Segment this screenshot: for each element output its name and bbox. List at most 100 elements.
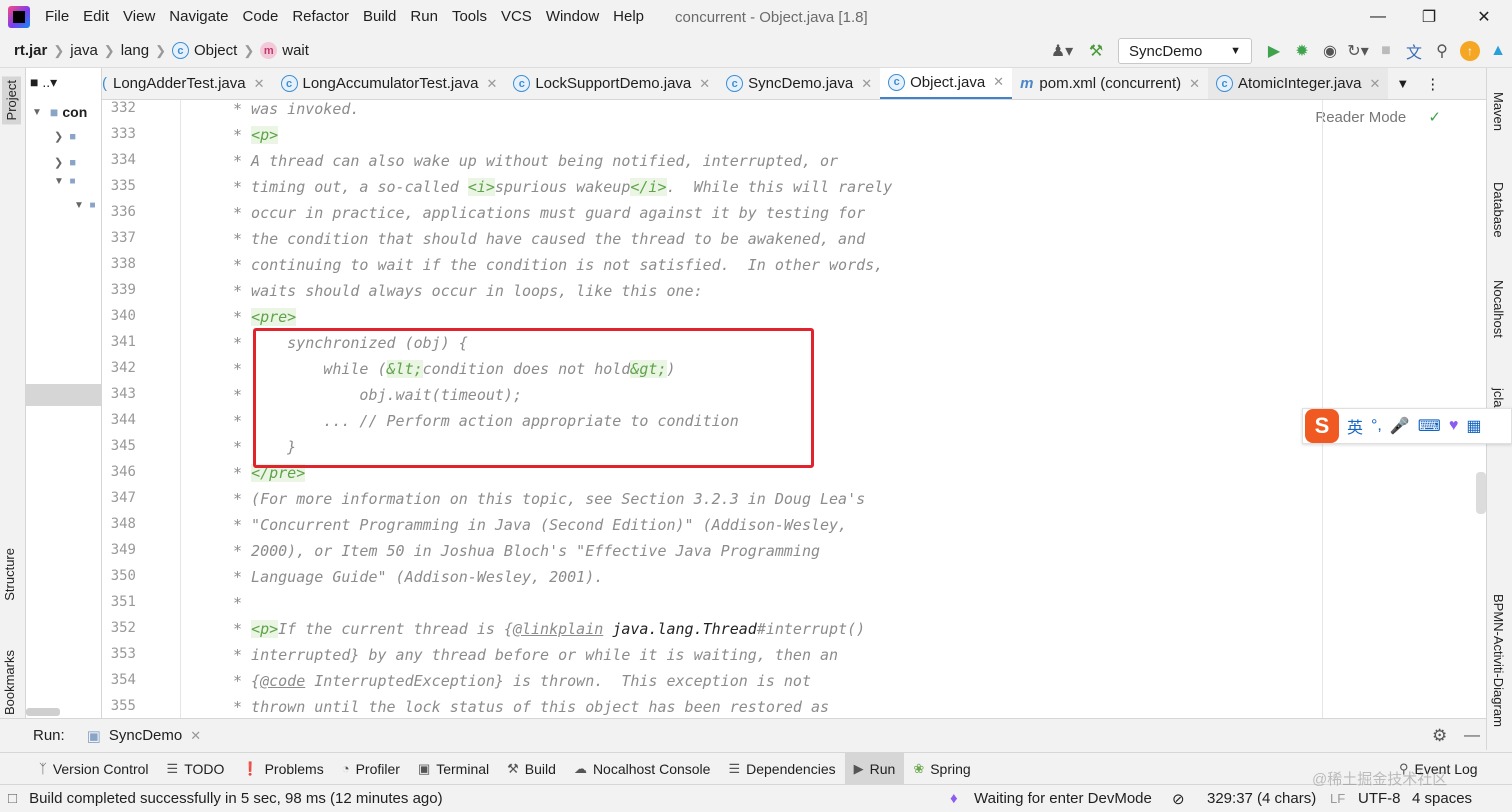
user-icon[interactable]: ♟▾ [1042, 37, 1082, 65]
breadcrumb-java[interactable]: java [66, 42, 102, 59]
maven-tool-tab[interactable]: Maven [1491, 92, 1506, 131]
toolbox-icon[interactable]: ▲ [1484, 37, 1512, 65]
indent-setting[interactable]: 4 spaces [1412, 790, 1472, 807]
problems-button[interactable]: ❗ Problems [233, 753, 332, 785]
update-icon[interactable]: ↑ [1456, 37, 1484, 65]
reader-mode-toggle[interactable]: Reader Mode ✓ [1315, 108, 1441, 126]
structure-tool-tab[interactable]: Structure [2, 548, 17, 601]
tab-longaddertest[interactable]: ( LongAdderTest.java ✕ [102, 68, 273, 99]
devmode-status[interactable]: Waiting for enter DevMode [974, 790, 1152, 807]
menu-code[interactable]: Code [235, 0, 285, 34]
menu-tools[interactable]: Tools [445, 0, 494, 34]
close-tab-icon[interactable]: ✕ [486, 76, 497, 92]
horizontal-scrollbar[interactable] [26, 708, 60, 716]
close-tab-icon[interactable]: ✕ [1189, 76, 1200, 92]
menu-edit[interactable]: Edit [76, 0, 116, 34]
menu-view[interactable]: View [116, 0, 162, 34]
project-tool-tab[interactable]: Project [2, 76, 21, 125]
tab-list-dropdown-icon[interactable]: ▼ [1388, 68, 1417, 99]
ime-language-toggle[interactable]: 英 [1347, 414, 1363, 438]
close-tab-icon[interactable]: ✕ [1369, 76, 1380, 92]
profiler-button[interactable]: ◔ Profiler [333, 753, 409, 785]
skin-icon[interactable]: ♥ [1449, 417, 1459, 435]
keyboard-icon[interactable]: ⌨ [1418, 416, 1441, 436]
run-icon[interactable]: ▶ [1260, 37, 1288, 65]
menu-file[interactable]: File [38, 0, 76, 34]
menu-navigate[interactable]: Navigate [162, 0, 235, 34]
search-icon[interactable]: ⚲ [1428, 37, 1456, 65]
run-tab-syncdemo[interactable]: SyncDemo [109, 727, 182, 744]
sogou-logo-icon[interactable]: S [1305, 409, 1339, 443]
tool-label: Profiler [355, 760, 400, 777]
status-square-icon[interactable]: □ [8, 790, 17, 807]
bpmn-tool-tab[interactable]: BPMN-Activiti-Diagram [1491, 594, 1506, 727]
tree-row-collapsed[interactable]: ❯ ■ [54, 130, 76, 143]
version-control-button[interactable]: ᛉ Version Control [30, 753, 158, 785]
nocalhost-tool-tab[interactable]: Nocalhost [1491, 280, 1506, 338]
close-tab-icon[interactable]: ✕ [993, 74, 1004, 90]
minimize-icon[interactable]: — [1354, 0, 1402, 34]
debug-icon[interactable]: ✹ [1288, 37, 1316, 65]
apps-grid-icon[interactable]: ▦ [1466, 416, 1481, 436]
microphone-icon[interactable]: 🎤 [1390, 416, 1410, 436]
dependencies-button[interactable]: ☰ Dependencies [719, 753, 844, 785]
translate-icon[interactable]: 文 [1400, 37, 1428, 65]
tab-longaccumulatortest[interactable]: c LongAccumulatorTest.java ✕ [273, 68, 506, 99]
tree-row-collapsed[interactable]: ❯ ■ [54, 156, 76, 169]
menu-build[interactable]: Build [356, 0, 403, 34]
tab-label: SyncDemo.java [748, 75, 854, 92]
no-inspection-icon[interactable]: ⊘ [1172, 790, 1185, 808]
tab-label: AtomicInteger.java [1238, 75, 1362, 92]
tree-root-row[interactable]: ▼ ■ con [32, 104, 87, 120]
settings-gear-icon[interactable]: ⚙ [1432, 726, 1447, 746]
database-tool-tab[interactable]: Database [1491, 182, 1506, 238]
tree-row-expanded[interactable]: ▼ ■ [74, 200, 96, 211]
caret-position[interactable]: 329:37 (4 chars) [1207, 790, 1316, 807]
hide-panel-icon[interactable]: — [1464, 727, 1480, 745]
editor-scrollbar-thumb[interactable] [1476, 472, 1486, 514]
profile-icon[interactable]: ↻▾ [1344, 37, 1372, 65]
punctuation-icon[interactable]: °, [1371, 417, 1382, 435]
tab-atomicinteger[interactable]: c AtomicInteger.java ✕ [1208, 68, 1389, 99]
breadcrumb-rt-jar[interactable]: rt.jar [0, 42, 51, 59]
breadcrumb-wait[interactable]: m wait [256, 42, 313, 59]
spring-button[interactable]: ❀ Spring [904, 753, 979, 785]
build-button[interactable]: ⚒ Build [498, 753, 565, 785]
menu-refactor[interactable]: Refactor [285, 0, 356, 34]
run-tool-button[interactable]: ▶ Run [844, 752, 905, 785]
close-tab-icon[interactable]: ✕ [861, 76, 872, 92]
jclasslib-tool-tab[interactable]: jcla [1491, 388, 1506, 408]
chevron-right-icon: ❯ [103, 42, 115, 58]
nocalhost-console-button[interactable]: ☁ Nocalhost Console [565, 753, 720, 785]
todo-button[interactable]: ☰ TODO [158, 753, 234, 785]
restore-icon[interactable]: ❐ [1405, 0, 1453, 34]
breadcrumb-lang[interactable]: lang [117, 42, 153, 59]
menu-vcs[interactable]: VCS [494, 0, 539, 34]
tab-syncdemo[interactable]: c SyncDemo.java ✕ [718, 68, 880, 99]
menu-help[interactable]: Help [606, 0, 651, 34]
file-encoding[interactable]: UTF-8 [1358, 790, 1401, 807]
close-window-icon[interactable]: ✕ [1460, 0, 1508, 34]
run-config-select[interactable]: SyncDemo ▼ [1118, 38, 1252, 64]
menu-run[interactable]: Run [403, 0, 445, 34]
more-options-icon[interactable]: ⋮ [1417, 68, 1448, 99]
breadcrumb-object[interactable]: c Object [168, 42, 241, 59]
tab-locksupportdemo[interactable]: c LockSupportDemo.java ✕ [505, 68, 718, 99]
project-view-selector[interactable]: ■ ..▾ [30, 74, 57, 91]
tree-row-selected[interactable] [26, 384, 102, 406]
menu-window[interactable]: Window [539, 0, 606, 34]
bookmarks-tool-tab[interactable]: Bookmarks [2, 650, 17, 715]
close-tab-icon[interactable]: ✕ [699, 76, 710, 92]
tab-pom-xml[interactable]: m pom.xml (concurrent) ✕ [1012, 68, 1208, 99]
tree-row-expanded[interactable]: ▼ ■ [54, 176, 76, 187]
hammer-icon: ⚒ [507, 760, 519, 776]
build-status-message[interactable]: Build completed successfully in 5 sec, 9… [29, 790, 443, 807]
build-hammer-icon[interactable]: ⚒ [1082, 37, 1110, 65]
stop-icon[interactable]: ■ [1372, 37, 1400, 65]
close-run-tab-icon[interactable]: ✕ [190, 728, 201, 744]
close-tab-icon[interactable]: ✕ [254, 76, 265, 92]
coverage-icon[interactable]: ◉ [1316, 37, 1344, 65]
terminal-button[interactable]: ▣ Terminal [409, 753, 498, 785]
tab-object[interactable]: c Object.java ✕ [880, 68, 1013, 99]
line-separator[interactable]: LF [1330, 791, 1345, 806]
